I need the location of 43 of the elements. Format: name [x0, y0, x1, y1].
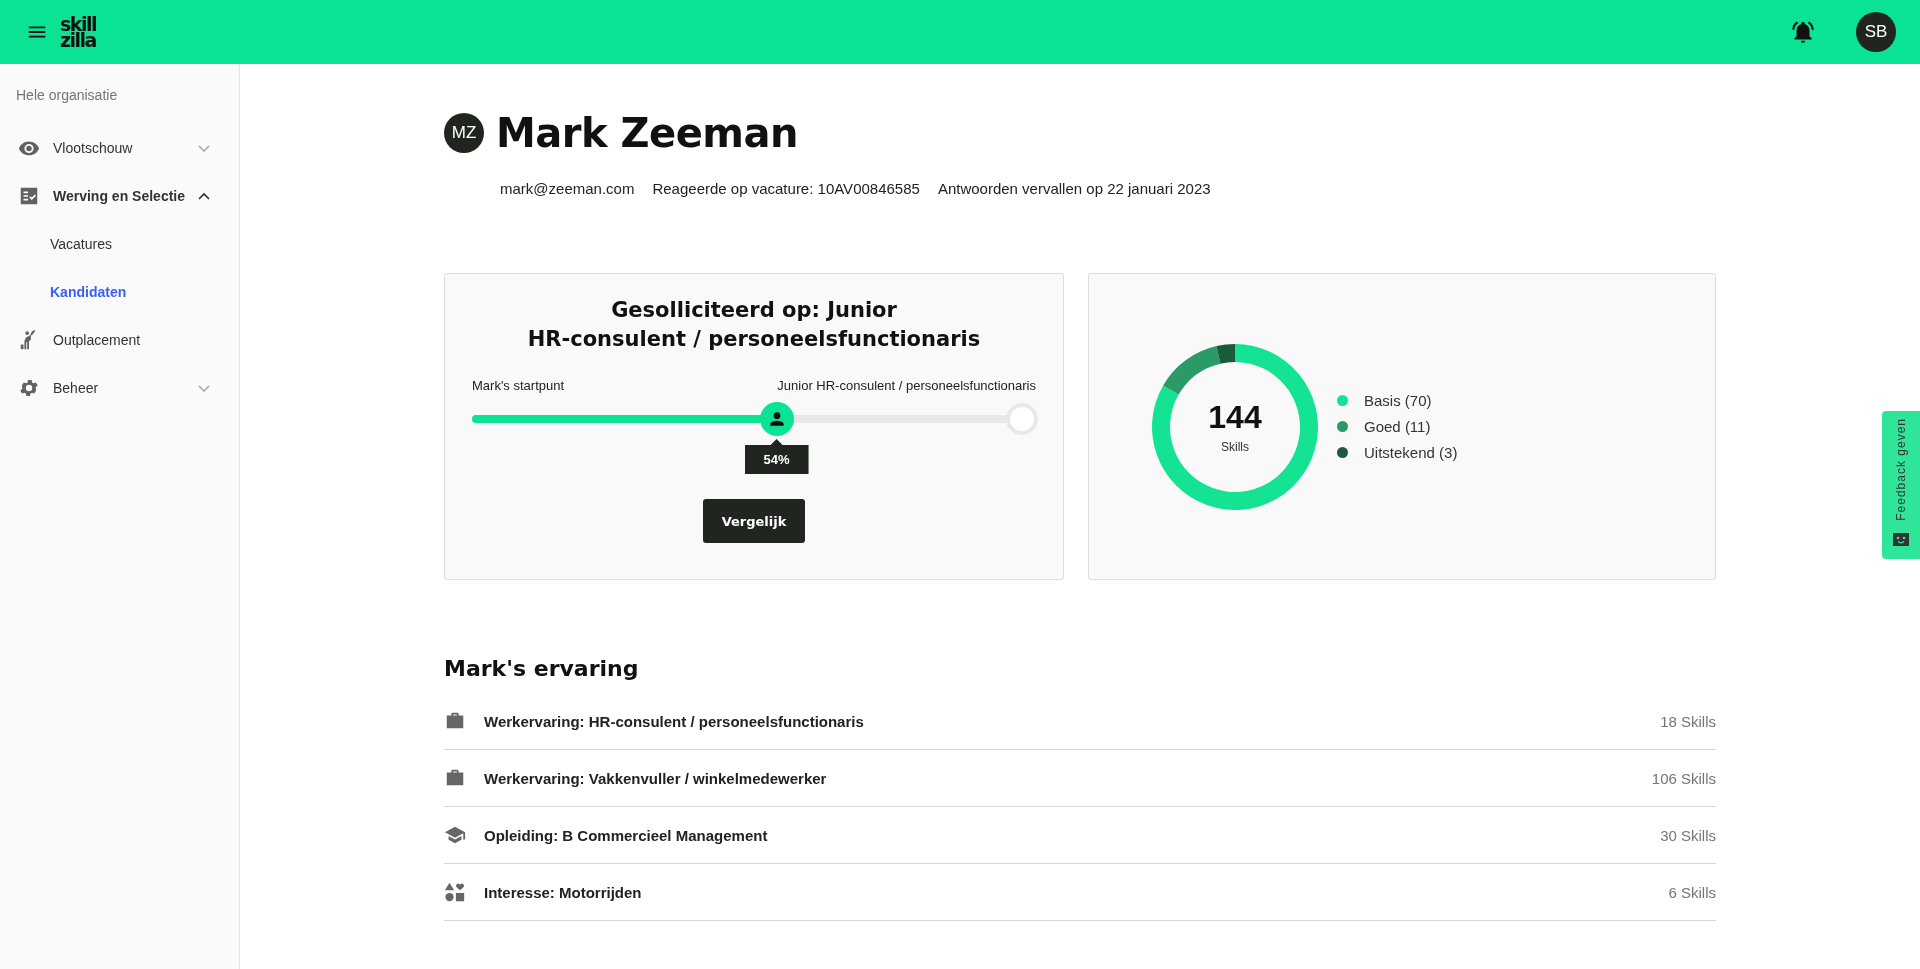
skill-count: 30 Skills: [1660, 826, 1716, 844]
section-title: Mark's ervaring: [444, 656, 640, 681]
feedback-tab[interactable]: Feedback geven: [1882, 411, 1920, 559]
skill-count: 18 Skills: [1660, 712, 1716, 730]
nav-item[interactable]: Vlootschouw: [0, 124, 239, 172]
legend-count: (3): [1439, 444, 1458, 461]
card-title: Gesolliciteerd op: Junior HR-consulent / personeelsfunctionaris: [526, 297, 982, 353]
percentage-tooltip: 54%: [744, 439, 809, 474]
graduation-cap-icon: [444, 824, 466, 846]
legend-count: (11): [1404, 418, 1431, 435]
organization-label: Hele organisatie: [16, 87, 118, 103]
robot-face-icon: [1892, 531, 1910, 547]
legend-count: (70): [1404, 392, 1432, 409]
nav-item[interactable]: Outplacement: [0, 316, 239, 364]
nav-item[interactable]: Beheer: [0, 364, 239, 412]
logo[interactable]: skill zilla: [60, 16, 96, 48]
shapes-icon: [444, 881, 466, 903]
skill-count: 106 Skills: [1651, 769, 1716, 787]
nav-subitem[interactable]: Vacatures: [0, 220, 239, 268]
candidate-name: Mark Zeeman: [496, 110, 798, 156]
candidate-detail: Antwoorden vervallen op 22 januari 2023: [937, 180, 1211, 197]
skills-total: 144: [1208, 399, 1262, 434]
skill-count: 6 Skills: [1668, 883, 1716, 901]
candidate-avatar: MZ: [444, 113, 484, 153]
experience-title: Opleiding: B Commercieel Management: [484, 826, 769, 844]
nav-item[interactable]: Werving en Selectie: [0, 172, 239, 220]
target-label: Junior HR-consulent / personeelsfunctionaris: [777, 378, 1036, 393]
legend-label: Basis: [1364, 392, 1401, 409]
experience-title: Werkervaring: HR-consulent / personeelsfunctionaris: [484, 712, 865, 730]
legend-label: Uitstekend: [1364, 444, 1435, 461]
start-label: Mark's startpunt: [472, 378, 565, 393]
nav-subitem[interactable]: Kandidaten: [0, 268, 239, 316]
candidate-detail: mark@zeeman.com: [500, 180, 635, 197]
bell-icon[interactable]: [1790, 19, 1816, 45]
legend-label: Goed: [1364, 418, 1401, 435]
experience-title: Interesse: Motorrijden: [484, 883, 643, 901]
user-avatar[interactable]: SB: [1856, 12, 1896, 52]
compare-button[interactable]: Vergelijk: [703, 499, 805, 543]
checklist-icon: [18, 185, 40, 207]
experience-title: Werkervaring: Vakkenvuller / winkelmedewerker: [484, 769, 828, 787]
settings-icon: [18, 377, 40, 399]
candidate-detail: Reageerde op vacature: 10AV00846585: [652, 180, 920, 197]
skills-label: Skills: [1221, 439, 1249, 454]
